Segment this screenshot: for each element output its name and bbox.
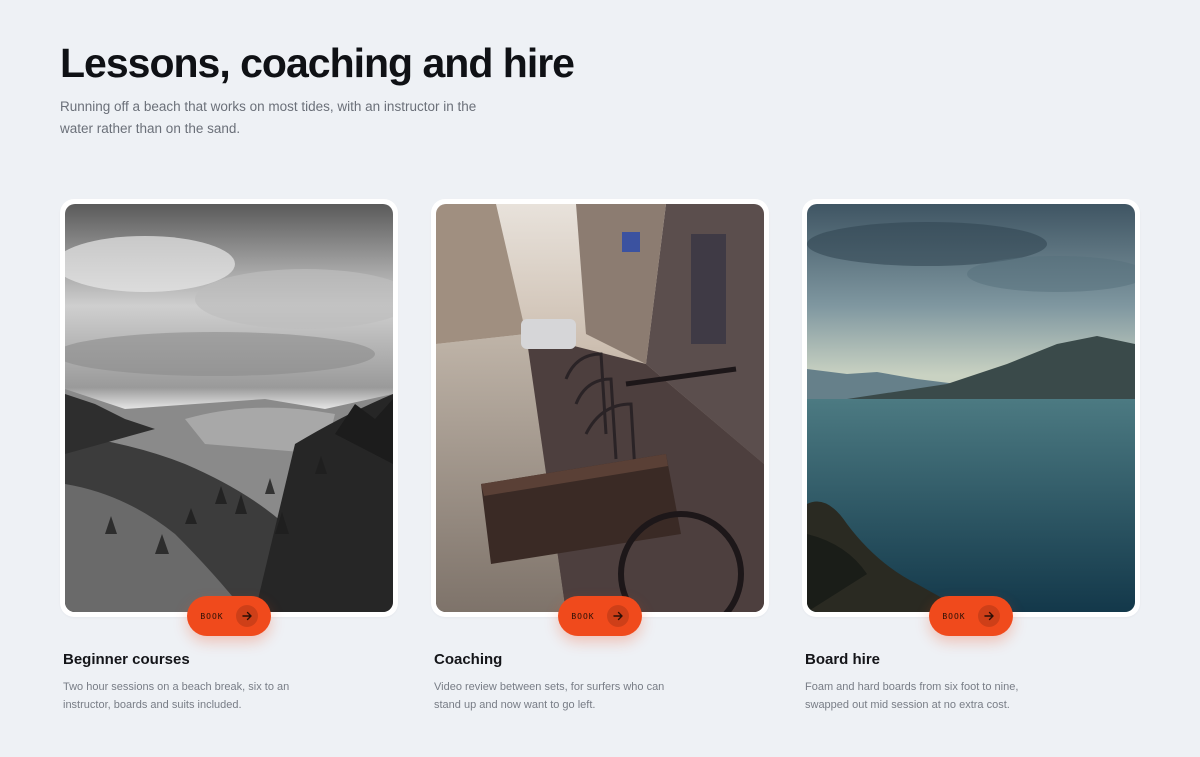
page: Lessons, coaching and hire Running off a…	[0, 0, 1200, 757]
book-button[interactable]: BOOK	[929, 596, 1013, 636]
page-subtitle: Running off a beach that works on most t…	[60, 99, 477, 136]
card-description: Two hour sessions on a beach break, six …	[63, 681, 290, 711]
arrow-right-icon	[977, 605, 1000, 627]
card-image-frame: BOOK	[60, 199, 398, 636]
card-image-frame: BOOK	[802, 199, 1140, 636]
arrow-right-icon	[606, 605, 629, 627]
card-image-frame: BOOK	[431, 199, 769, 636]
card-description: Video review between sets, for surfers w…	[434, 681, 665, 711]
card-description: Foam and hard boards from six foot to ni…	[805, 681, 1019, 711]
lake-mountain-image	[807, 204, 1135, 612]
book-button-label: BOOK	[200, 611, 224, 621]
card-coaching: BOOK Coaching Video review between sets,…	[431, 199, 769, 714]
book-button[interactable]: BOOK	[187, 596, 271, 636]
hillside-forest-image	[65, 204, 393, 612]
card-title: Board hire	[805, 651, 881, 668]
arrow-right-icon	[235, 605, 258, 627]
street-bicycle-image	[436, 204, 764, 612]
card-title: Beginner courses	[63, 651, 190, 668]
card-beginner-courses: BOOK Beginner courses Two hour sessions …	[60, 199, 398, 714]
page-title: Lessons, coaching and hire	[60, 40, 575, 86]
book-button-label: BOOK	[942, 611, 966, 621]
book-button-label: BOOK	[571, 611, 595, 621]
book-button[interactable]: BOOK	[558, 596, 642, 636]
card-title: Coaching	[434, 651, 503, 668]
card-board-hire: BOOK Board hire Foam and hard boards fro…	[802, 199, 1140, 714]
